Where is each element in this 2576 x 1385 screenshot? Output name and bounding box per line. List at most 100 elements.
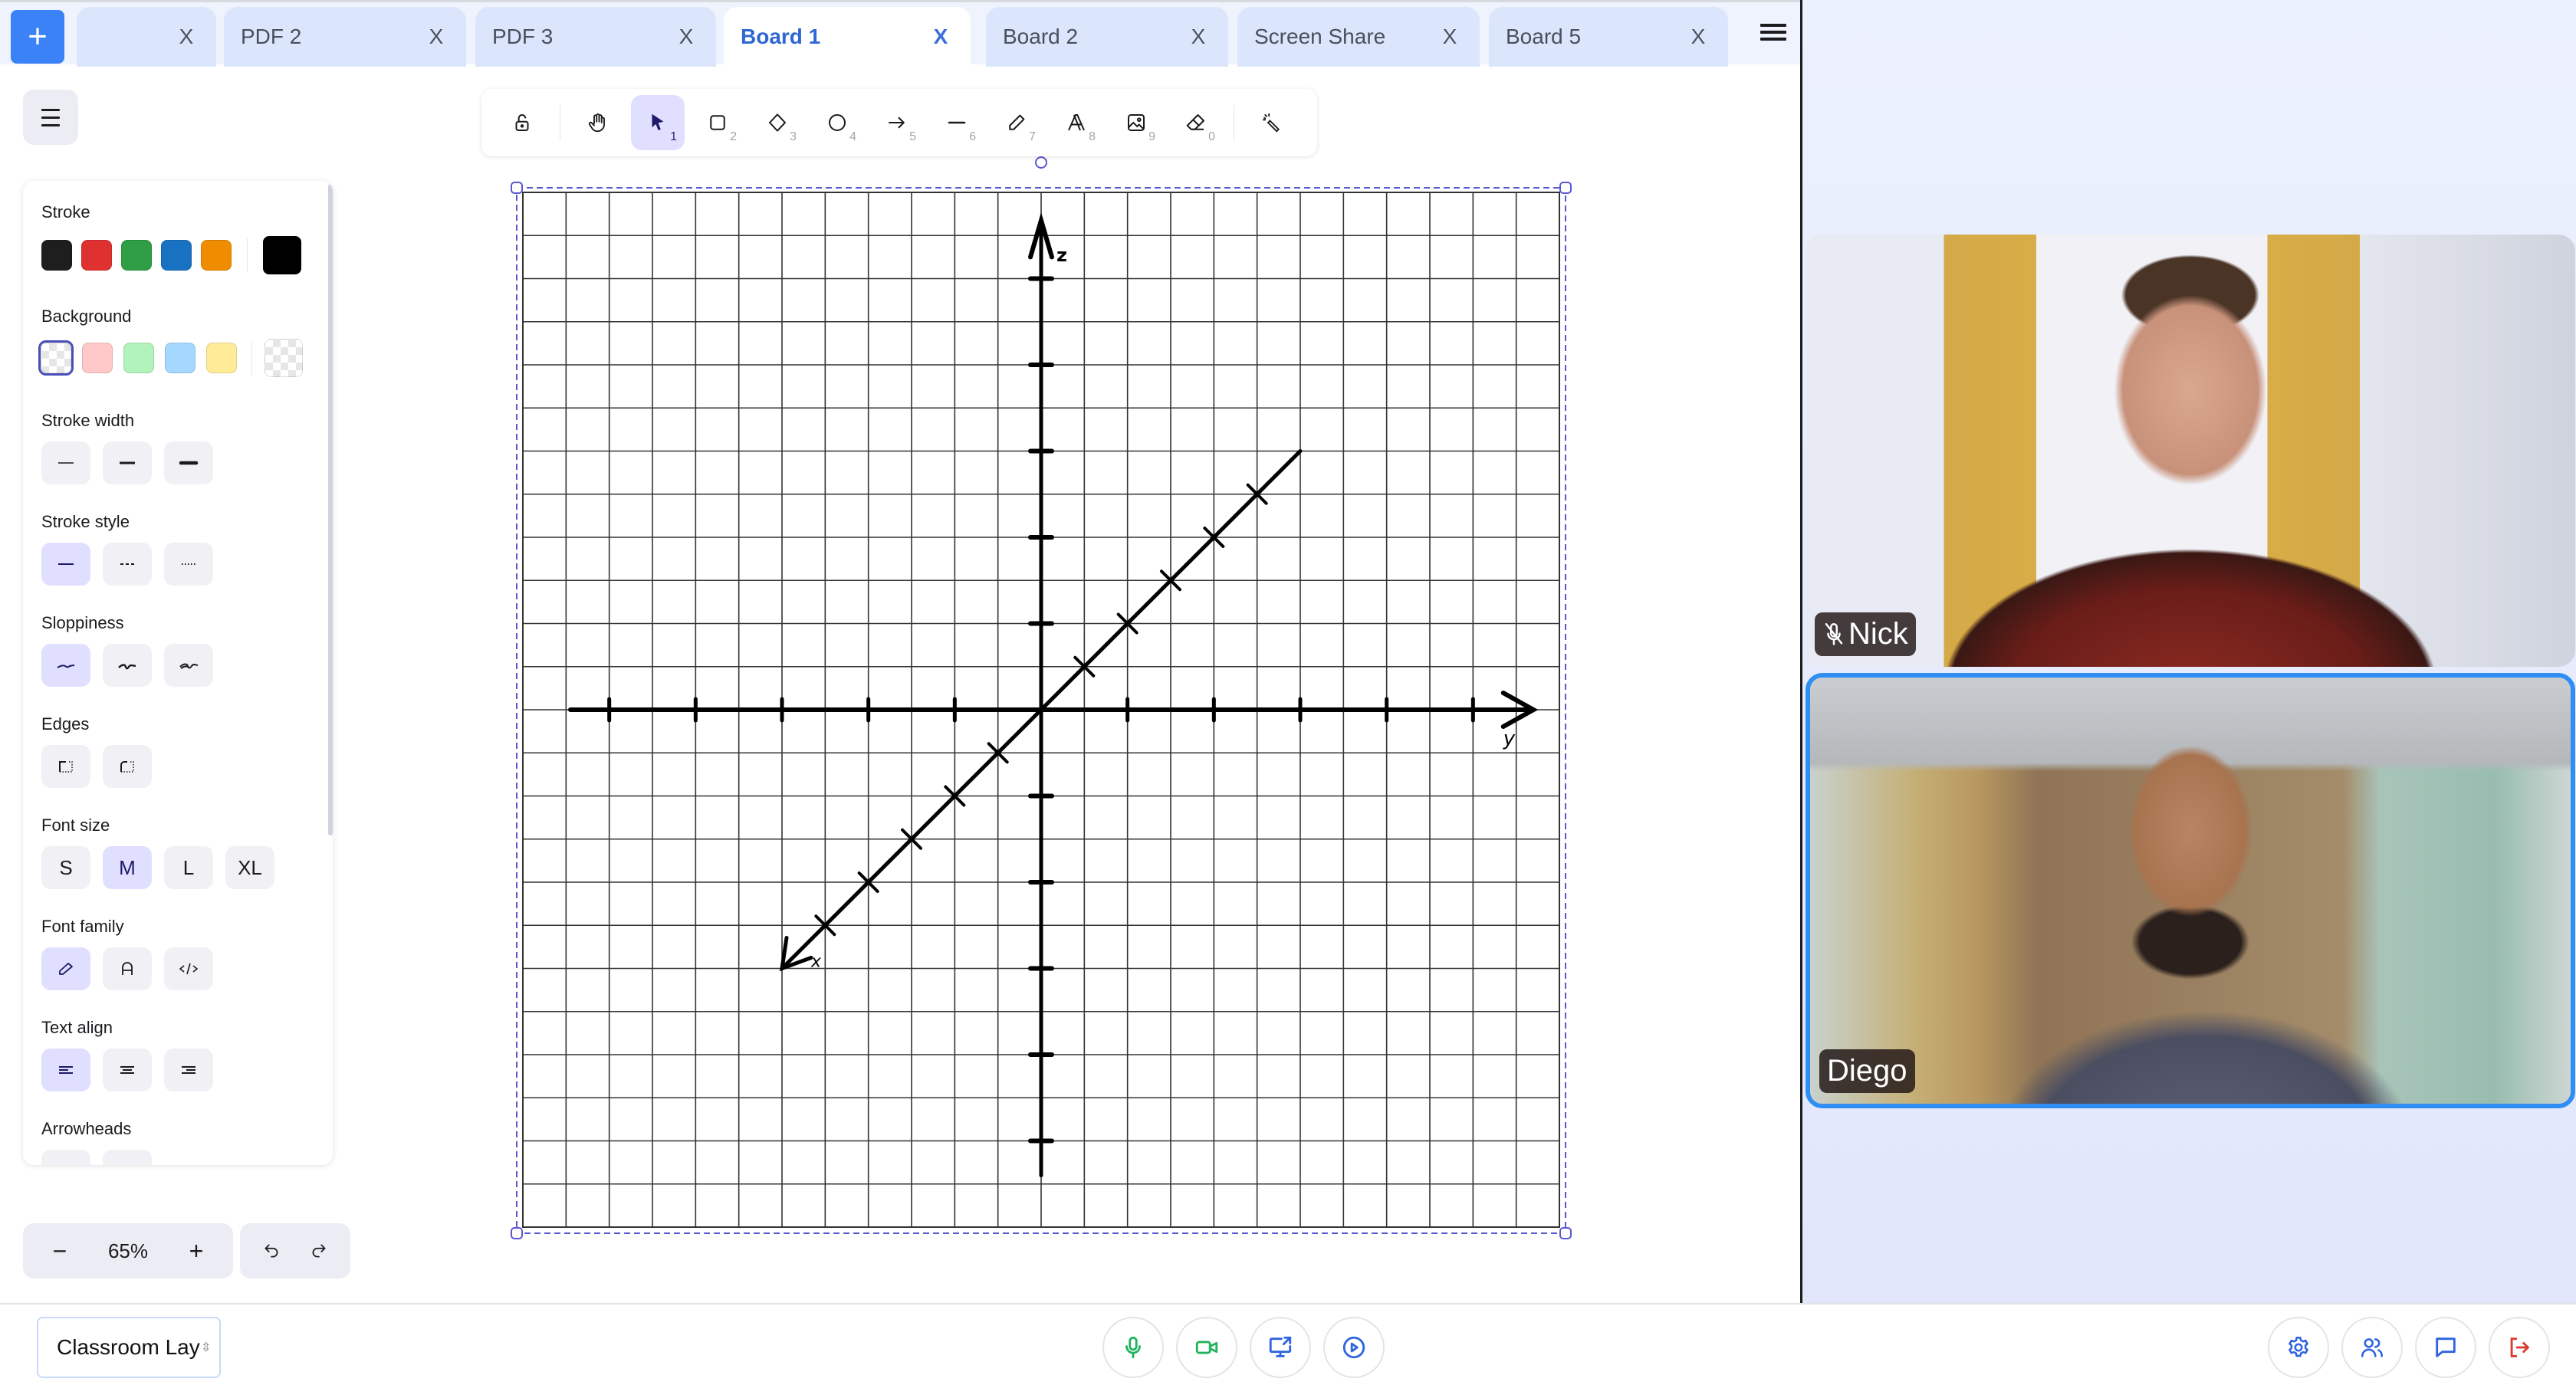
- participants-button[interactable]: [2341, 1317, 2403, 1378]
- settings-button[interactable]: [2268, 1317, 2329, 1378]
- microphone-button[interactable]: [1102, 1317, 1164, 1378]
- stroke-style-dashed[interactable]: [103, 543, 152, 586]
- stroke-width-extra-bold[interactable]: [164, 441, 213, 484]
- axis-label-z: z: [1056, 245, 1067, 266]
- stroke-swatch-black[interactable]: [41, 240, 72, 271]
- participant-tile-nick[interactable]: Nick: [1806, 235, 2575, 667]
- zoom-level[interactable]: 65%: [108, 1239, 148, 1263]
- hand-tool[interactable]: [571, 95, 625, 150]
- tab-pdf-3[interactable]: PDF 3 X: [475, 7, 716, 67]
- stroke-width-thin[interactable]: [41, 441, 90, 484]
- tab-pdf-2[interactable]: PDF 2 X: [224, 7, 466, 67]
- close-icon[interactable]: X: [175, 25, 198, 49]
- tab-board-2[interactable]: Board 2 X: [986, 7, 1228, 67]
- leave-meeting-button[interactable]: [2489, 1317, 2550, 1378]
- undo-button[interactable]: [252, 1232, 291, 1270]
- stroke-style-solid[interactable]: [41, 543, 90, 586]
- shortcut-key: 6: [969, 130, 976, 143]
- font-size-medium[interactable]: M: [103, 846, 152, 889]
- layout-select[interactable]: Classroom Layout ⇳: [37, 1317, 221, 1378]
- zoom-in-button[interactable]: +: [173, 1237, 219, 1265]
- diagonal-axis-mark: [1160, 569, 1181, 592]
- diamond-tool[interactable]: 3: [751, 95, 804, 150]
- arrow-tool[interactable]: 5: [870, 95, 924, 150]
- stroke-swatch-red[interactable]: [81, 240, 112, 271]
- ellipse-tool[interactable]: 4: [810, 95, 864, 150]
- tab-board-5[interactable]: Board 5 X: [1489, 7, 1728, 67]
- current-stroke-color-button[interactable]: [263, 236, 301, 274]
- participant-tile-diego[interactable]: Diego: [1806, 673, 2575, 1108]
- diagonal-axis-mark: [1116, 612, 1138, 635]
- background-swatch-pink[interactable]: [80, 340, 115, 376]
- tab-untitled[interactable]: X: [77, 7, 216, 67]
- play-circle-icon: [1342, 1336, 1365, 1359]
- undo-icon: [264, 1244, 278, 1258]
- lock-tool[interactable]: [495, 95, 549, 150]
- chat-button[interactable]: [2415, 1317, 2476, 1378]
- selection-tool[interactable]: 1: [631, 95, 685, 150]
- unlock-icon: [515, 114, 529, 131]
- screen-share-button[interactable]: [1250, 1317, 1311, 1378]
- tabs-menu-icon[interactable]: [1760, 21, 1786, 47]
- stroke-width-label: Stroke width: [41, 411, 135, 430]
- artist-stroke-icon: [118, 664, 136, 670]
- tab-screen-share[interactable]: Screen Share X: [1237, 7, 1480, 67]
- background-swatch-transparent[interactable]: [38, 340, 74, 376]
- diamond-icon: [769, 113, 786, 132]
- image-tool[interactable]: 9: [1109, 95, 1163, 150]
- stroke-swatch-blue[interactable]: [161, 240, 192, 271]
- close-icon[interactable]: X: [425, 25, 448, 49]
- sloppiness-artist[interactable]: [103, 644, 152, 687]
- background-swatch-green[interactable]: [121, 340, 156, 376]
- rectangle-tool[interactable]: 2: [691, 95, 744, 150]
- edges-sharp[interactable]: [41, 745, 90, 788]
- swatch-divider: [251, 341, 252, 375]
- text-tool[interactable]: 8: [1050, 95, 1103, 150]
- font-family-hand-drawn[interactable]: [41, 947, 90, 990]
- background-swatch-blue[interactable]: [163, 340, 198, 376]
- record-button[interactable]: [1323, 1317, 1385, 1378]
- font-family-normal[interactable]: [103, 947, 152, 990]
- font-family-code[interactable]: [164, 947, 213, 990]
- text-align-left[interactable]: [41, 1049, 90, 1091]
- resize-handle: [511, 1227, 523, 1239]
- close-icon[interactable]: X: [675, 25, 698, 49]
- draw-tool[interactable]: 7: [990, 95, 1043, 150]
- close-icon[interactable]: X: [1187, 25, 1210, 49]
- text-align-center[interactable]: [103, 1049, 152, 1091]
- solid-line-icon: [58, 563, 74, 565]
- close-icon[interactable]: X: [1438, 25, 1461, 49]
- arrowhead-start[interactable]: [41, 1150, 90, 1165]
- sloppiness-cartoonist[interactable]: [164, 644, 213, 687]
- diagonal-axis-mark: [987, 742, 1009, 764]
- line-tool[interactable]: 6: [930, 95, 984, 150]
- tab-board-1[interactable]: Board 1 X: [724, 7, 971, 67]
- stroke-swatch-orange[interactable]: [201, 240, 232, 271]
- stroke-swatch-green[interactable]: [121, 240, 152, 271]
- stroke-width-bold[interactable]: [103, 441, 152, 484]
- font-size-large[interactable]: L: [164, 846, 213, 889]
- close-icon[interactable]: X: [929, 25, 952, 49]
- eraser-tool[interactable]: 0: [1169, 95, 1223, 150]
- text-align-right[interactable]: [164, 1049, 213, 1091]
- shortcut-key: 9: [1148, 130, 1155, 143]
- background-color-row: [38, 339, 303, 377]
- background-swatch-yellow[interactable]: [204, 340, 239, 376]
- zoom-out-button[interactable]: −: [37, 1237, 83, 1265]
- edges-round[interactable]: [103, 745, 152, 788]
- font-size-extra-large[interactable]: XL: [225, 846, 274, 889]
- arrowhead-end[interactable]: [103, 1150, 152, 1165]
- main-menu-button[interactable]: [23, 90, 78, 145]
- current-background-color-button[interactable]: [264, 339, 303, 377]
- font-size-small[interactable]: S: [41, 846, 90, 889]
- redo-button[interactable]: [300, 1232, 338, 1270]
- laser-pointer-tool[interactable]: [1245, 95, 1299, 150]
- stroke-style-dotted[interactable]: [164, 543, 213, 586]
- round-edges-icon: [120, 761, 134, 773]
- panel-scrollbar[interactable]: [328, 184, 333, 835]
- sloppiness-architect[interactable]: [41, 644, 90, 687]
- add-tab-button[interactable]: +: [11, 10, 64, 64]
- font-size-label: Font size: [41, 816, 110, 835]
- close-icon[interactable]: X: [1687, 25, 1710, 49]
- camera-button[interactable]: [1176, 1317, 1237, 1378]
